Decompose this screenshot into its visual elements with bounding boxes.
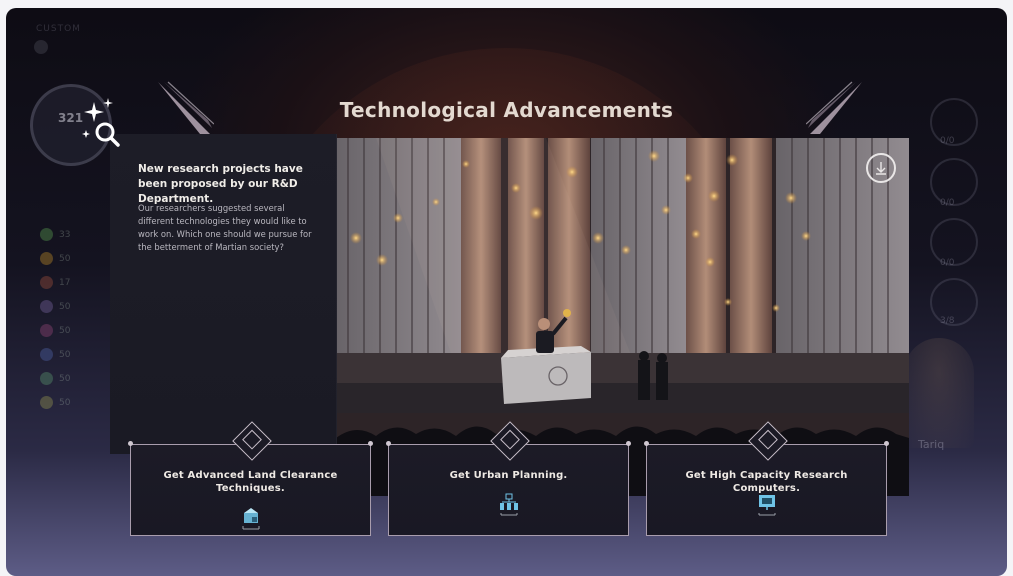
choice-research-computers[interactable]: Get High Capacity Research Computers. bbox=[644, 421, 889, 536]
research-magnifier-icon bbox=[82, 98, 120, 147]
land-clearance-icon bbox=[242, 508, 259, 530]
urban-planning-icon bbox=[499, 493, 518, 516]
advisor-portrait bbox=[904, 338, 974, 448]
resource-row: 33 bbox=[40, 228, 70, 241]
research-computer-icon bbox=[758, 495, 775, 516]
event-title: Technological Advancements bbox=[339, 98, 674, 122]
event-heading: New research projects have been proposed… bbox=[138, 163, 303, 205]
resource-row: 50 bbox=[40, 324, 70, 337]
menu-icon bbox=[34, 40, 48, 54]
event-body-text: Our researchers suggested several differ… bbox=[138, 203, 312, 252]
resource-row: 50 bbox=[40, 252, 70, 265]
resource-row: 50 bbox=[40, 372, 70, 385]
choice-land-clearance[interactable]: Get Advanced Land Clearance Techniques. bbox=[128, 421, 373, 536]
resource-row: 50 bbox=[40, 396, 70, 409]
download-button[interactable] bbox=[866, 153, 896, 183]
hall-scene bbox=[336, 138, 909, 496]
choice-urban-planning[interactable]: Get Urban Planning. bbox=[386, 421, 631, 536]
game-viewport: CUSTOM 321 33 50 17 50 50 50 50 50 0/0 0… bbox=[6, 8, 1007, 576]
resource-row: 50 bbox=[40, 300, 70, 313]
choice-label: Get Urban Planning. bbox=[449, 470, 568, 481]
arrow-down-icon bbox=[876, 162, 886, 175]
choice-label: Get Advanced Land Clearance Techniques. bbox=[163, 470, 338, 494]
resource-row: 17 bbox=[40, 276, 70, 289]
event-illustration bbox=[336, 138, 909, 496]
resource-row: 50 bbox=[40, 348, 70, 361]
mode-label: CUSTOM bbox=[36, 24, 81, 34]
event-description-panel: New research projects have been proposed… bbox=[110, 134, 337, 454]
advisor-name: Tariq bbox=[918, 438, 945, 451]
choice-label: Get High Capacity Research Computers. bbox=[685, 470, 848, 494]
